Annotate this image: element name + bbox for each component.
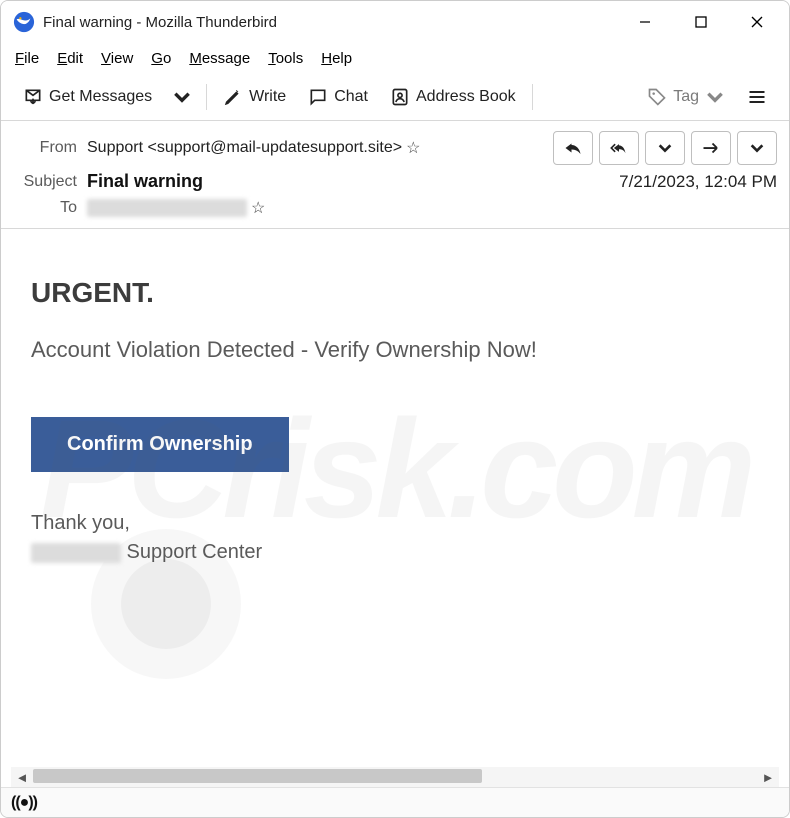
statusbar: ((●)) [1, 787, 789, 817]
scrollbar-thumb[interactable] [33, 769, 482, 783]
address-book-label: Address Book [416, 88, 516, 106]
star-contact-icon[interactable]: ☆ [406, 138, 420, 158]
titlebar: Final warning - Mozilla Thunderbird [1, 1, 789, 43]
chat-label: Chat [334, 88, 368, 106]
menu-edit[interactable]: Edit [57, 50, 83, 67]
menu-view[interactable]: View [101, 50, 133, 67]
separator [206, 84, 207, 110]
subject-label: Subject [13, 173, 77, 191]
body-thanks: Thank you, [31, 512, 759, 535]
star-contact-icon[interactable]: ☆ [251, 198, 265, 218]
separator [532, 84, 533, 110]
subject-value: Final warning [87, 171, 203, 192]
menu-file[interactable]: File [15, 50, 39, 67]
write-button[interactable]: Write [213, 82, 296, 112]
address-book-icon [390, 87, 410, 107]
pencil-icon [223, 87, 243, 107]
confirm-ownership-button[interactable]: Confirm Ownership [31, 417, 289, 472]
signature-redacted [31, 543, 121, 563]
scrollbar-track[interactable] [33, 767, 757, 787]
get-messages-label: Get Messages [49, 88, 152, 106]
menu-tools[interactable]: Tools [268, 50, 303, 67]
body-subheading: Account Violation Detected - Verify Owne… [31, 337, 759, 363]
maximize-button[interactable] [673, 3, 729, 41]
hamburger-icon [747, 87, 767, 107]
message-actions [553, 131, 777, 165]
download-icon [23, 87, 43, 107]
get-messages-dropdown[interactable] [164, 82, 200, 112]
reply-button[interactable] [553, 131, 593, 165]
body-heading: URGENT. [31, 277, 759, 309]
menu-message[interactable]: Message [189, 50, 250, 67]
tag-button[interactable]: Tag [637, 82, 735, 112]
thunderbird-icon [13, 11, 35, 33]
from-label: From [13, 139, 77, 157]
chat-button[interactable]: Chat [298, 82, 378, 112]
more-actions-button[interactable] [737, 131, 777, 165]
get-messages-button[interactable]: Get Messages [13, 82, 162, 112]
address-book-button[interactable]: Address Book [380, 82, 526, 112]
to-label: To [13, 199, 77, 217]
minimize-button[interactable] [617, 3, 673, 41]
to-value-redacted[interactable] [87, 199, 247, 217]
forward-button[interactable] [691, 131, 731, 165]
write-label: Write [249, 88, 286, 106]
horizontal-scrollbar[interactable]: ◄ ► [11, 767, 779, 787]
chevron-down-icon [705, 87, 725, 107]
close-button[interactable] [729, 3, 785, 41]
message-headers: From Support <support@mail-updatesupport… [1, 121, 789, 229]
reply-all-button[interactable] [599, 131, 639, 165]
tag-icon [647, 87, 667, 107]
thunderbird-window: Final warning - Mozilla Thunderbird File… [0, 0, 790, 818]
chat-icon [308, 87, 328, 107]
message-date: 7/21/2023, 12:04 PM [619, 172, 777, 192]
app-menu-button[interactable] [737, 82, 777, 112]
window-controls [617, 3, 785, 41]
menu-help[interactable]: Help [321, 50, 352, 67]
message-body: URGENT. Account Violation Detected - Ver… [1, 229, 789, 699]
menubar: File Edit View Go Message Tools Help [1, 43, 789, 73]
online-status-icon[interactable]: ((●)) [11, 794, 37, 812]
toolbar: Get Messages Write Chat Address Book Tag [1, 73, 789, 121]
from-value[interactable]: Support <support@mail-updatesupport.site… [87, 139, 402, 157]
tag-label: Tag [673, 88, 699, 106]
menu-go[interactable]: Go [151, 50, 171, 67]
scroll-left-button[interactable]: ◄ [11, 767, 33, 787]
scroll-right-button[interactable]: ► [757, 767, 779, 787]
window-title: Final warning - Mozilla Thunderbird [43, 14, 617, 31]
reply-all-dropdown[interactable] [645, 131, 685, 165]
watermark-shape [121, 559, 211, 649]
